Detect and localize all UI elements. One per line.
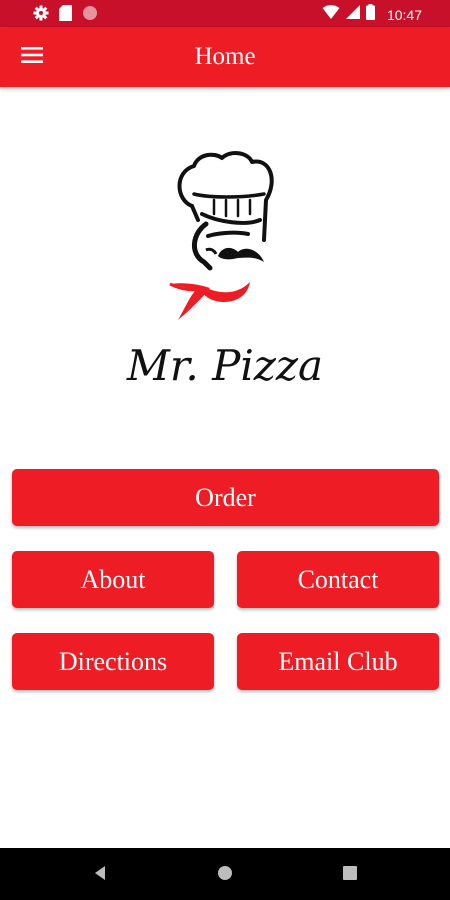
recents-icon [343,865,357,885]
email-club-button[interactable]: Email Club [237,633,439,690]
home-button[interactable] [214,864,236,886]
status-right-icons: 10:47 [322,4,422,25]
system-nav-bar [0,848,450,900]
contact-button[interactable]: Contact [237,551,439,608]
circle-icon [82,5,98,26]
status-bar: 10:47 [0,0,450,27]
back-button[interactable] [89,864,111,886]
signal-icon [345,4,360,25]
status-left-icons [33,5,98,26]
battery-icon [365,4,375,25]
app-bar: Home [0,27,450,87]
mr-pizza-logo: Mr. Pizza [110,150,340,410]
back-icon [93,865,107,886]
directions-button[interactable]: Directions [12,633,214,690]
recents-button[interactable] [339,864,361,886]
page-title: Home [194,43,256,70]
logo-text: Mr. Pizza [126,341,323,390]
about-button[interactable]: About [12,551,214,608]
wifi-icon [322,4,340,25]
status-time: 10:47 [386,6,422,23]
gear-icon [33,5,49,26]
sim-card-icon [59,5,72,26]
order-button[interactable]: Order [12,469,439,526]
home-icon [217,865,233,886]
chef-hat-mustache-logo: Mr. Pizza [126,151,323,390]
